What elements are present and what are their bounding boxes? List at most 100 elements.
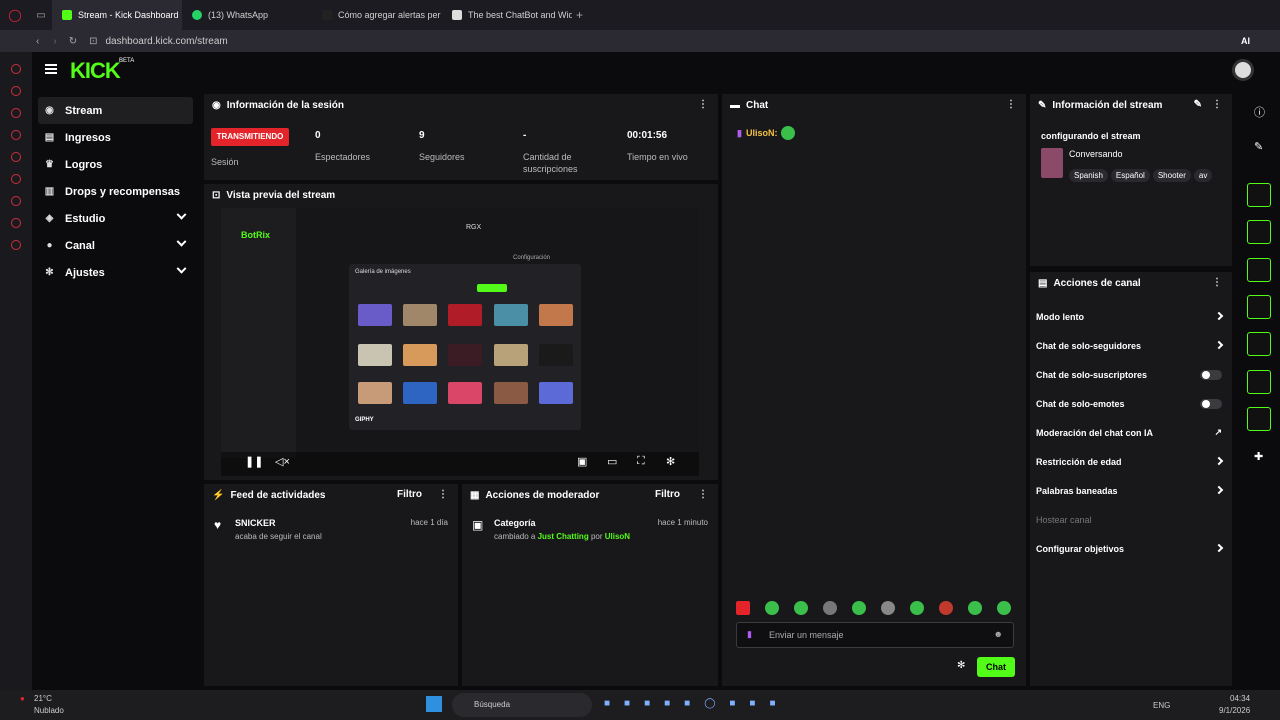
opera-icon[interactable]: ◯ [0,8,30,22]
gallery-tab-active [477,284,507,292]
tab-overview-icon[interactable]: ▭ [30,10,52,21]
quick-button[interactable] [1247,183,1271,207]
gallery-thumb[interactable] [358,304,392,326]
pip-icon[interactable]: ▣ [577,455,587,468]
lock-icon: ⊡ [89,35,98,47]
stat-followers: 9 Seguidores [419,130,465,162]
action-configurar-objetivos[interactable]: Configurar objetivos [1030,534,1232,563]
language-indicator[interactable]: ENG [1153,701,1170,710]
gallery-thumb[interactable] [403,382,437,404]
emote[interactable] [997,601,1011,615]
gallery-thumb[interactable] [403,304,437,326]
gallery-thumb[interactable] [358,382,392,404]
sidebar-item-drops[interactable]: ▥ Drops y recompensas [38,178,193,205]
gallery-thumb[interactable] [494,344,528,366]
action-moderacion-ia[interactable]: Moderación del chat con IA ↗ [1030,418,1232,447]
edit-icon[interactable]: ✎ [1194,99,1202,110]
action-solo-emotes: Chat de solo-emotes [1030,389,1232,418]
tab-chatbot[interactable]: The best ChatBot and Wid [442,0,572,30]
new-tab-button[interactable]: + [576,8,583,22]
info-icon[interactable]: ⓘ [1254,104,1265,120]
emote[interactable] [736,601,750,615]
taskbar-search[interactable]: Búsqueda [452,693,592,717]
pause-icon[interactable]: ❚❚ [245,455,263,468]
quick-button[interactable] [1247,407,1271,431]
user-avatar[interactable] [1232,59,1254,81]
clock-time[interactable]: 04:34 [1230,694,1250,703]
back-icon[interactable]: ‹ [36,36,39,47]
sidebar-item-stream[interactable]: ◉ Stream [38,97,193,124]
chat-send-button[interactable]: Chat [977,657,1015,677]
emote[interactable] [939,601,953,615]
ai-button[interactable]: AI [1241,36,1250,46]
quick-button[interactable] [1247,370,1271,394]
clock-date[interactable]: 9/1/2026 [1219,706,1250,715]
tab-alerts[interactable]: Cómo agregar alertas per [312,0,442,30]
toggle-switch[interactable] [1200,399,1222,409]
gallery-thumb[interactable] [539,344,573,366]
sidebar-item-estudio[interactable]: ◈ Estudio [38,205,193,232]
sidebar-item-canal[interactable]: ● Canal [38,232,193,259]
action-restriccion-edad[interactable]: Restricción de edad [1030,447,1232,476]
sidebar-item-ajustes[interactable]: ✻ Ajustes [38,259,193,286]
mic-icon[interactable]: ▮ [747,629,752,640]
chat-message-input[interactable]: ▮ Enviar un mensaje ☻ [736,622,1014,648]
gallery-thumb[interactable] [539,304,573,326]
quick-button[interactable] [1247,220,1271,244]
gallery-thumb[interactable] [494,382,528,404]
quick-button[interactable] [1247,332,1271,356]
activity-user: SNICKER [235,518,276,528]
kick-logo[interactable]: KICK [70,58,121,84]
emote[interactable] [910,601,924,615]
tab-kick-dashboard[interactable]: Stream - Kick Dashboard [52,0,182,30]
more-icon[interactable]: ⋮ [438,489,448,500]
forward-icon[interactable]: › [53,36,56,47]
gallery-thumb[interactable] [448,382,482,404]
activity-filter-button[interactable]: Filtro [397,489,422,500]
sidebar-item-ingresos[interactable]: ▤ Ingresos [38,124,193,151]
emoji-icon[interactable]: ☻ [994,629,1003,639]
action-modo-lento[interactable]: Modo lento [1030,302,1232,331]
reload-icon[interactable]: ↻ [69,36,77,47]
toggle-switch[interactable] [1200,370,1222,380]
tab-whatsapp[interactable]: (13) WhatsApp [182,0,312,30]
gallery-thumb[interactable] [358,344,392,366]
theater-icon[interactable]: ▭ [607,455,617,468]
fullscreen-icon[interactable]: ⛶ [637,455,645,468]
mod-filter-button[interactable]: Filtro [655,489,680,500]
pencil-icon[interactable]: ✎ [1254,140,1263,153]
taskbar-app-icons[interactable]: ■■■■■◯■■■ [604,698,790,709]
add-widget-icon[interactable]: ✚ [1254,450,1263,463]
emote[interactable] [968,601,982,615]
emote[interactable] [765,601,779,615]
windows-start-icon[interactable] [426,696,442,712]
gallery-thumb[interactable] [448,304,482,326]
gallery-thumb[interactable] [539,382,573,404]
action-palabras-baneadas[interactable]: Palabras baneadas [1030,476,1232,505]
more-icon[interactable]: ⋮ [1006,99,1016,110]
url-text[interactable]: dashboard.kick.com/stream [105,36,227,47]
menu-icon[interactable] [45,64,57,74]
live-badge: TRANSMITIENDO [211,128,289,146]
more-icon[interactable]: ⋮ [1212,99,1222,110]
quick-button[interactable] [1247,258,1271,282]
chat-settings-icon[interactable]: ✻ [957,660,965,671]
more-icon[interactable]: ⋮ [698,489,708,500]
mute-icon[interactable]: ◁× [275,455,290,468]
settings-icon[interactable]: ✻ [666,455,675,468]
stream-preview-video[interactable]: BotRix RGX Configuración Galería de imág… [221,208,699,476]
gallery-thumb[interactable] [448,344,482,366]
gallery-thumb[interactable] [494,304,528,326]
more-icon[interactable]: ⋮ [1212,277,1222,288]
quick-button[interactable] [1247,295,1271,319]
action-solo-seguidores[interactable]: Chat de solo-seguidores [1030,331,1232,360]
gallery-thumb[interactable] [403,344,437,366]
emote[interactable] [823,601,837,615]
emote[interactable] [794,601,808,615]
category-name[interactable]: Conversando [1069,149,1123,159]
sidebar-item-logros[interactable]: ♛ Logros [38,151,193,178]
more-icon[interactable]: ⋮ [698,99,708,110]
session-label: Sesión [211,157,239,167]
emote[interactable] [852,601,866,615]
emote[interactable] [881,601,895,615]
